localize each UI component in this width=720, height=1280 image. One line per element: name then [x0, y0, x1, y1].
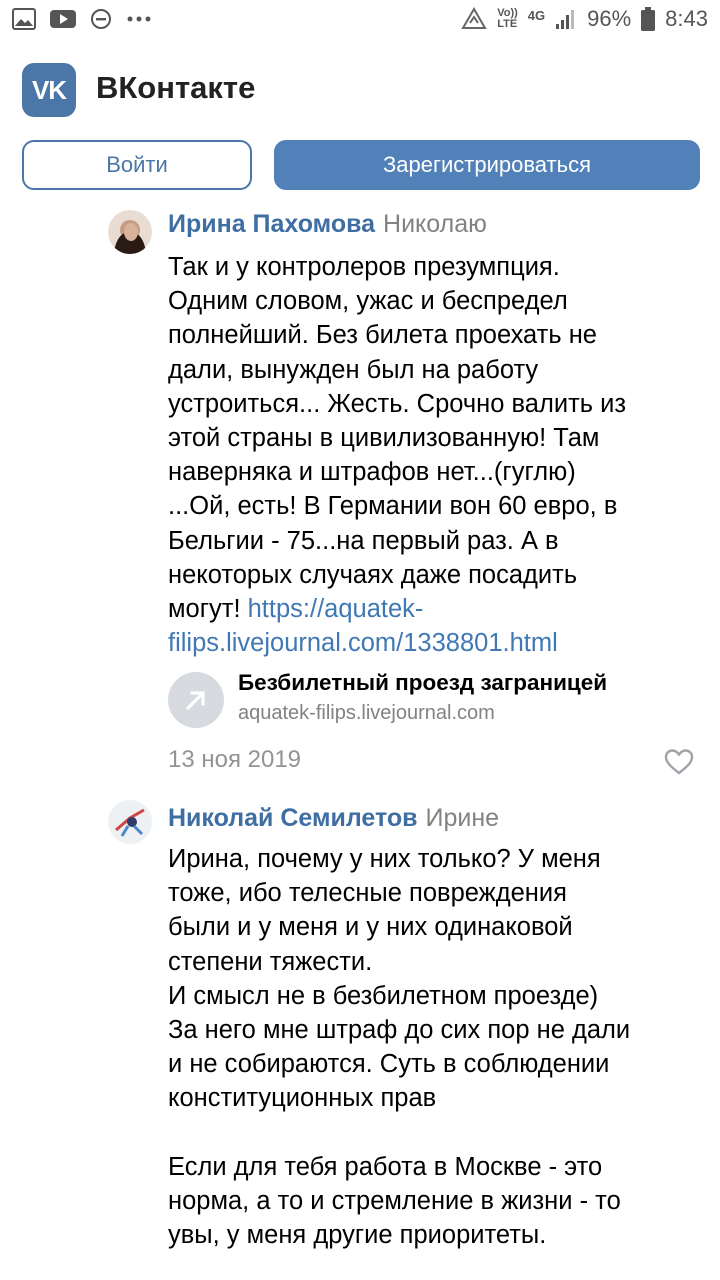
comment-header: Ирина Пахомова Николаю: [168, 210, 487, 239]
data-saver-icon: [461, 7, 487, 29]
do-not-disturb-icon: [91, 9, 111, 29]
link-snippet-icon[interactable]: [168, 672, 224, 728]
comment-text: Так и у контролеров презумпция. Одним сл…: [168, 250, 708, 660]
arrow-up-right-icon: [186, 691, 205, 710]
gallery-icon: [12, 8, 36, 30]
clock: 8:43: [665, 6, 708, 31]
link-snippet-url[interactable]: aquatek-filips.livejournal.com: [238, 702, 495, 725]
comment-header: Николай Семилетов Ирине: [168, 804, 499, 833]
comment-body: Так и у контролеров презумпция. Одним сл…: [168, 253, 627, 624]
battery-icon: [641, 7, 656, 31]
signal-icon: [556, 10, 575, 29]
volte-indicator: Vo)) LTE: [497, 8, 518, 30]
reply-to[interactable]: Николаю: [383, 210, 487, 238]
status-bar: Vo)) LTE 4G 96% 8:43: [0, 0, 720, 44]
more-notifications-icon: [127, 16, 151, 22]
link-snippet-title[interactable]: Безбилетный проезд заграницей: [238, 670, 607, 696]
comment-text: Ирина, почему у них только? У меня тоже,…: [168, 842, 708, 1252]
app-title: ВКонтакте: [96, 70, 256, 105]
avatar[interactable]: [108, 210, 152, 254]
like-heart-icon[interactable]: [664, 748, 694, 776]
comment-date: 13 ноя 2019: [168, 746, 302, 773]
lte-label: LTE: [497, 18, 518, 30]
vk-logo[interactable]: VK: [22, 63, 76, 117]
comment-author[interactable]: Николай Семилетов: [168, 804, 418, 832]
battery-percent: 96%: [587, 6, 632, 31]
login-button[interactable]: Войти: [22, 140, 252, 190]
reply-to[interactable]: Ирине: [426, 804, 500, 832]
comment-body: Ирина, почему у них только? У меня тоже,…: [168, 845, 631, 1250]
youtube-icon: [50, 10, 76, 28]
login-button-label: Войти: [106, 152, 168, 177]
comment-author[interactable]: Ирина Пахомова: [168, 210, 375, 238]
vk-logo-text: VK: [31, 74, 67, 105]
avatar[interactable]: [108, 800, 152, 844]
avatar-photo-icon: [108, 800, 152, 844]
register-button[interactable]: Зарегистрироваться: [274, 140, 700, 190]
avatar-photo-icon: [108, 210, 152, 254]
network-type: 4G: [527, 8, 546, 23]
register-button-label: Зарегистрироваться: [382, 152, 592, 177]
